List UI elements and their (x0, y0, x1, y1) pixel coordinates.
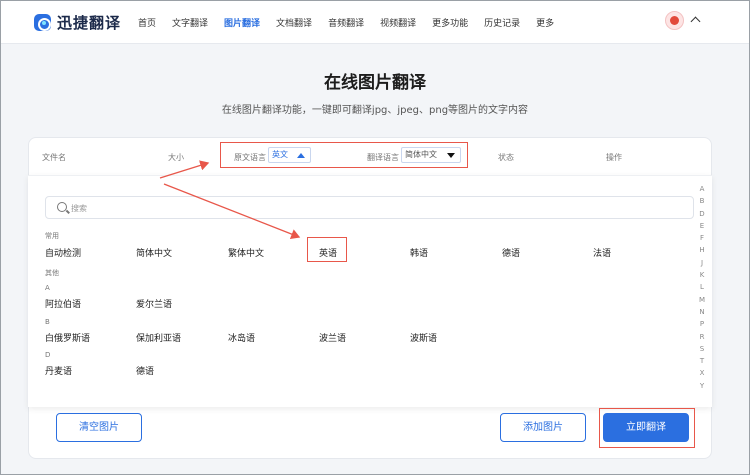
nav-audio-translate[interactable]: 音频翻译 (328, 16, 364, 29)
lang-option-auto-detect[interactable]: 自动检测 (45, 246, 81, 259)
nav-video-translate[interactable]: 视频翻译 (380, 16, 416, 29)
page-subtitle: 在线图片翻译功能，一键即可翻译jpg、jpeg、png等图片的文字内容 (221, 105, 529, 116)
logo-icon (34, 14, 51, 31)
alphabet-index-letter[interactable]: B (697, 197, 707, 209)
lang-option-polish[interactable]: 波兰语 (319, 331, 346, 344)
alphabet-index-letter[interactable]: J (697, 259, 707, 271)
group-title-a: A (45, 284, 50, 292)
column-status: 状态 (498, 153, 514, 162)
lang-option-korean[interactable]: 韩语 (410, 246, 428, 259)
nav-document-translate[interactable]: 文档翻译 (276, 16, 312, 29)
lang-option-german[interactable]: 德语 (502, 246, 520, 259)
alphabet-index-letter[interactable]: D (697, 210, 707, 222)
alphabet-index: ABDEFHJKLMNPRSTXY (697, 185, 707, 394)
alphabet-index-letter[interactable]: N (697, 308, 707, 320)
lang-option-persian[interactable]: 波斯语 (410, 331, 437, 344)
page-title: 在线图片翻译 (324, 73, 426, 93)
nav-image-translate[interactable]: 图片翻译 (224, 16, 260, 29)
alphabet-index-letter[interactable]: M (697, 296, 707, 308)
lang-option-german-d[interactable]: 德语 (136, 364, 154, 377)
alphabet-index-letter[interactable]: H (697, 246, 707, 258)
alphabet-index-letter[interactable]: A (697, 185, 707, 197)
lang-option-traditional-chinese[interactable]: 繁体中文 (228, 246, 264, 259)
search-icon (57, 202, 67, 212)
target-language-select[interactable]: 简体中文 (401, 147, 461, 163)
nav-history[interactable]: 历史记录 (484, 16, 520, 29)
group-title-common: 常用 (45, 232, 59, 240)
nav-more[interactable]: 更多 (536, 16, 554, 29)
column-size: 大小 (168, 153, 184, 162)
alphabet-index-letter[interactable]: X (697, 369, 707, 381)
chevron-up-icon[interactable] (690, 16, 701, 27)
alphabet-index-letter[interactable]: P (697, 320, 707, 332)
clear-images-button[interactable]: 清空图片 (56, 413, 142, 442)
lang-option-danish[interactable]: 丹麦语 (45, 364, 72, 377)
source-language-select[interactable]: 英文 (268, 147, 311, 163)
nav-text-translate[interactable]: 文字翻译 (172, 16, 208, 29)
source-language-label: 原文语言 (234, 153, 266, 162)
alphabet-index-letter[interactable]: R (697, 333, 707, 345)
alphabet-index-letter[interactable]: T (697, 357, 707, 369)
logo[interactable]: 迅捷翻译 (34, 12, 121, 33)
main-nav: 首页 文字翻译 图片翻译 文档翻译 音频翻译 视频翻译 更多功能 历史记录 更多 (138, 0, 570, 44)
group-title-other: 其他 (45, 269, 59, 277)
column-action: 操作 (606, 153, 622, 162)
language-search-input[interactable]: 搜索 (45, 196, 694, 219)
alphabet-index-letter[interactable]: Y (697, 382, 707, 394)
group-title-b: B (45, 318, 50, 326)
alphabet-index-letter[interactable]: K (697, 271, 707, 283)
source-language-value: 英文 (272, 150, 288, 159)
lang-option-simplified-chinese[interactable]: 简体中文 (136, 246, 172, 259)
alphabet-index-letter[interactable]: L (697, 283, 707, 295)
logo-text: 迅捷翻译 (57, 14, 122, 32)
add-image-button[interactable]: 添加图片 (500, 413, 586, 442)
target-language-value: 简体中文 (405, 150, 437, 159)
caret-up-icon (297, 153, 305, 158)
lang-option-belarusian[interactable]: 白俄罗斯语 (45, 331, 90, 344)
column-filename: 文件名 (42, 153, 66, 162)
nav-home[interactable]: 首页 (138, 16, 156, 29)
lang-option-irish[interactable]: 爱尔兰语 (136, 297, 172, 310)
avatar[interactable] (665, 11, 684, 30)
target-language-label: 翻译语言 (367, 153, 399, 162)
search-placeholder: 搜索 (71, 204, 87, 213)
alphabet-index-letter[interactable]: E (697, 222, 707, 234)
nav-more-features[interactable]: 更多功能 (432, 16, 468, 29)
group-title-d: D (45, 351, 51, 359)
top-navigation-bar: 迅捷翻译 首页 文字翻译 图片翻译 文档翻译 音频翻译 视频翻译 更多功能 历史… (0, 0, 750, 44)
lang-option-icelandic[interactable]: 冰岛语 (228, 331, 255, 344)
caret-down-icon (447, 153, 455, 158)
lang-option-english[interactable]: 英语 (319, 246, 337, 259)
lang-option-arabic[interactable]: 阿拉伯语 (45, 297, 81, 310)
alphabet-index-letter[interactable]: S (697, 345, 707, 357)
lang-option-french[interactable]: 法语 (593, 246, 611, 259)
alphabet-index-letter[interactable]: F (697, 234, 707, 246)
translate-now-button[interactable]: 立即翻译 (603, 413, 689, 442)
lang-option-bulgarian[interactable]: 保加利亚语 (136, 331, 181, 344)
